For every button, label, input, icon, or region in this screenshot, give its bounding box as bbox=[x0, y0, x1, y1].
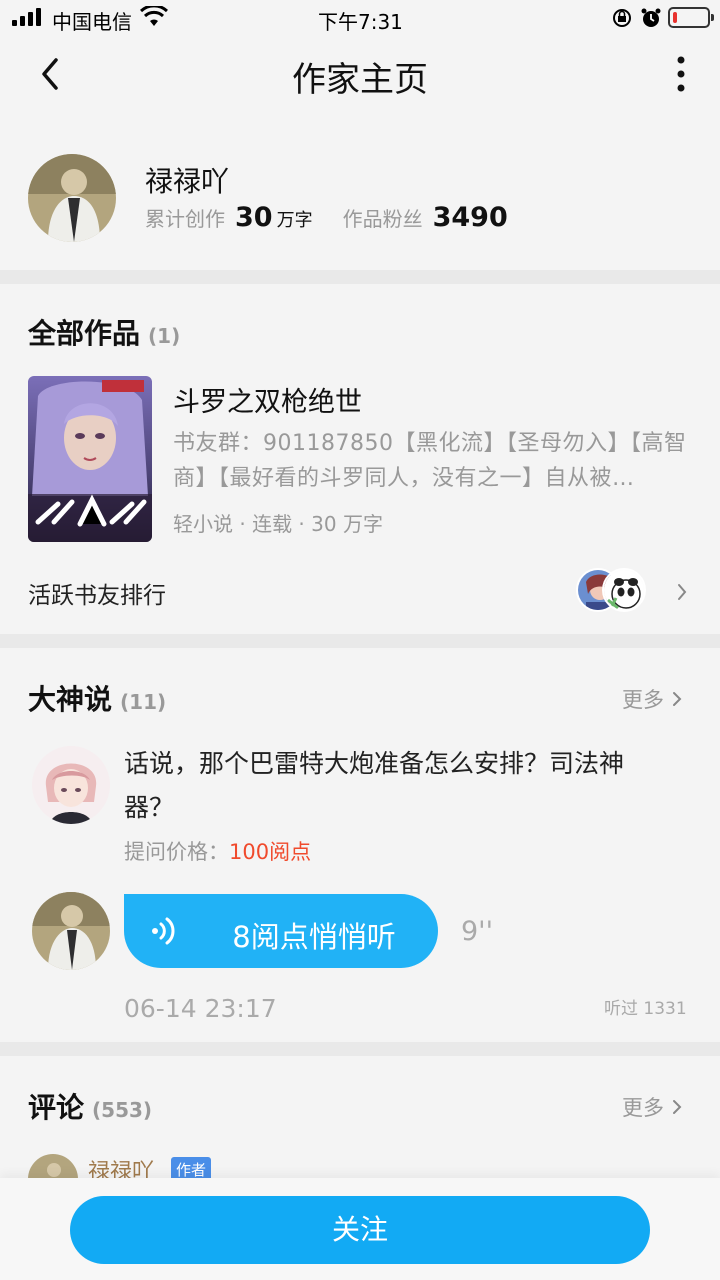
chevron-right-icon bbox=[673, 1100, 682, 1114]
total-words-unit: 万字 bbox=[276, 210, 313, 231]
signal-icon bbox=[12, 8, 41, 26]
question-text[interactable]: 话说，那个巴雷特大炮准备怎么安排？司法神器？ bbox=[124, 742, 664, 830]
wifi-icon bbox=[140, 6, 168, 26]
nav-bar: 作家主页 bbox=[0, 36, 720, 112]
rotation-lock-icon bbox=[613, 9, 631, 27]
battery-icon bbox=[668, 7, 714, 28]
comments-count: (553) bbox=[92, 1098, 153, 1122]
works-count: (1) bbox=[148, 324, 181, 348]
qa-more-link[interactable]: 更多 bbox=[622, 684, 682, 714]
book-cover[interactable] bbox=[28, 376, 152, 542]
status-bar: 中国电信 下午7:31 bbox=[0, 0, 720, 36]
fan-avatars[interactable] bbox=[576, 568, 666, 612]
total-words-label: 累计创作 bbox=[145, 207, 225, 231]
comments-title: 评论 (553) bbox=[28, 1091, 153, 1124]
battery-level bbox=[673, 12, 677, 23]
works-title: 全部作品 (1) bbox=[28, 317, 181, 350]
fans-value: 3490 bbox=[432, 202, 508, 233]
chevron-right-icon[interactable] bbox=[676, 582, 688, 602]
author-avatar[interactable] bbox=[28, 154, 116, 242]
price-value: 100阅点 bbox=[229, 840, 312, 864]
book-meta: 轻小说 · 连载 · 30 万字 bbox=[173, 512, 383, 536]
section-divider bbox=[0, 270, 720, 284]
qa-count: (11) bbox=[120, 690, 167, 714]
total-words-value: 30 bbox=[235, 202, 273, 233]
asker-avatar[interactable] bbox=[32, 746, 110, 824]
carrier-name: 中国电信 bbox=[52, 10, 132, 34]
alarm-icon bbox=[641, 8, 661, 27]
voice-label: 8阅点悄悄听 bbox=[232, 920, 396, 954]
status-time: 下午7:31 bbox=[318, 10, 403, 34]
voice-answer-button[interactable]: 8阅点悄悄听 bbox=[124, 894, 438, 968]
fans-label: 作品粉丝 bbox=[342, 207, 423, 231]
book-description: 书友群：901187850【黑化流】【圣母勿入】【高智商】【最好看的斗罗同人，没… bbox=[173, 431, 687, 491]
fan-avatar bbox=[602, 568, 646, 612]
bottom-bar: 关注 bbox=[0, 1178, 720, 1280]
section-divider bbox=[0, 634, 720, 648]
comments-more-link[interactable]: 更多 bbox=[622, 1092, 682, 1122]
page-title: 作家主页 bbox=[292, 60, 428, 100]
qa-title: 大神说 (11) bbox=[28, 683, 167, 716]
answer-time: 06-14 23:17 bbox=[124, 994, 277, 1023]
author-name: 禄禄吖 bbox=[145, 165, 230, 198]
follow-button[interactable]: 关注 bbox=[70, 1196, 650, 1264]
fans-rank-label[interactable]: 活跃书友排行 bbox=[28, 576, 166, 610]
listened-count: 听过 1331 bbox=[604, 999, 687, 1019]
section-divider bbox=[0, 1042, 720, 1056]
answer-avatar[interactable] bbox=[32, 892, 110, 970]
book-title[interactable]: 斗罗之双枪绝世 bbox=[173, 380, 362, 419]
chevron-right-icon bbox=[673, 692, 682, 706]
author-profile: 禄禄吖 累计创作 30 万字 作品粉丝 3490 bbox=[0, 130, 720, 270]
works-section: 全部作品 (1) 斗罗之双枪绝世 书友群：901187850【黑化流】【圣母勿入】… bbox=[0, 284, 720, 634]
qa-section: 大神说 (11) 更多 话说，那个巴雷特大炮准备怎么安排？司法神器？ 提问价格：1… bbox=[0, 648, 720, 1042]
comments-section: 评论 (553) 更多 禄禄吖 作者 bbox=[0, 1056, 720, 1204]
more-vertical-icon[interactable] bbox=[664, 54, 698, 94]
author-stats: 累计创作 30 万字 作品粉丝 3490 bbox=[145, 202, 508, 233]
voice-duration: 9'' bbox=[461, 916, 494, 947]
question-price: 提问价格：100阅点 bbox=[124, 840, 312, 864]
